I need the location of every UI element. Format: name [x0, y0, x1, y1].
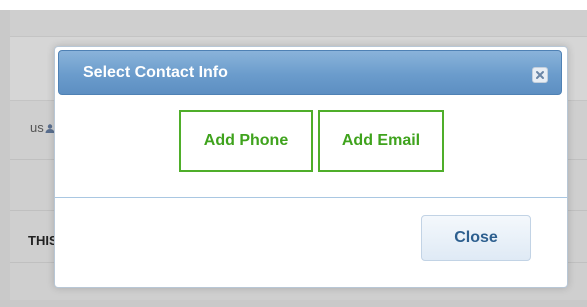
background-row-text: us: [30, 120, 55, 135]
select-contact-dialog: Select Contact Info Add Phone Add Email …: [54, 46, 568, 288]
dialog-divider: [55, 197, 567, 198]
dialog-title: Select Contact Info: [83, 64, 228, 81]
close-button[interactable]: Close: [421, 215, 531, 261]
background-status-text: us: [30, 120, 44, 135]
add-phone-button[interactable]: Add Phone: [179, 110, 313, 172]
dialog-header: Select Contact Info: [58, 50, 562, 95]
top-bar: [0, 0, 587, 10]
add-email-button[interactable]: Add Email: [318, 110, 444, 172]
close-icon[interactable]: [532, 67, 548, 83]
